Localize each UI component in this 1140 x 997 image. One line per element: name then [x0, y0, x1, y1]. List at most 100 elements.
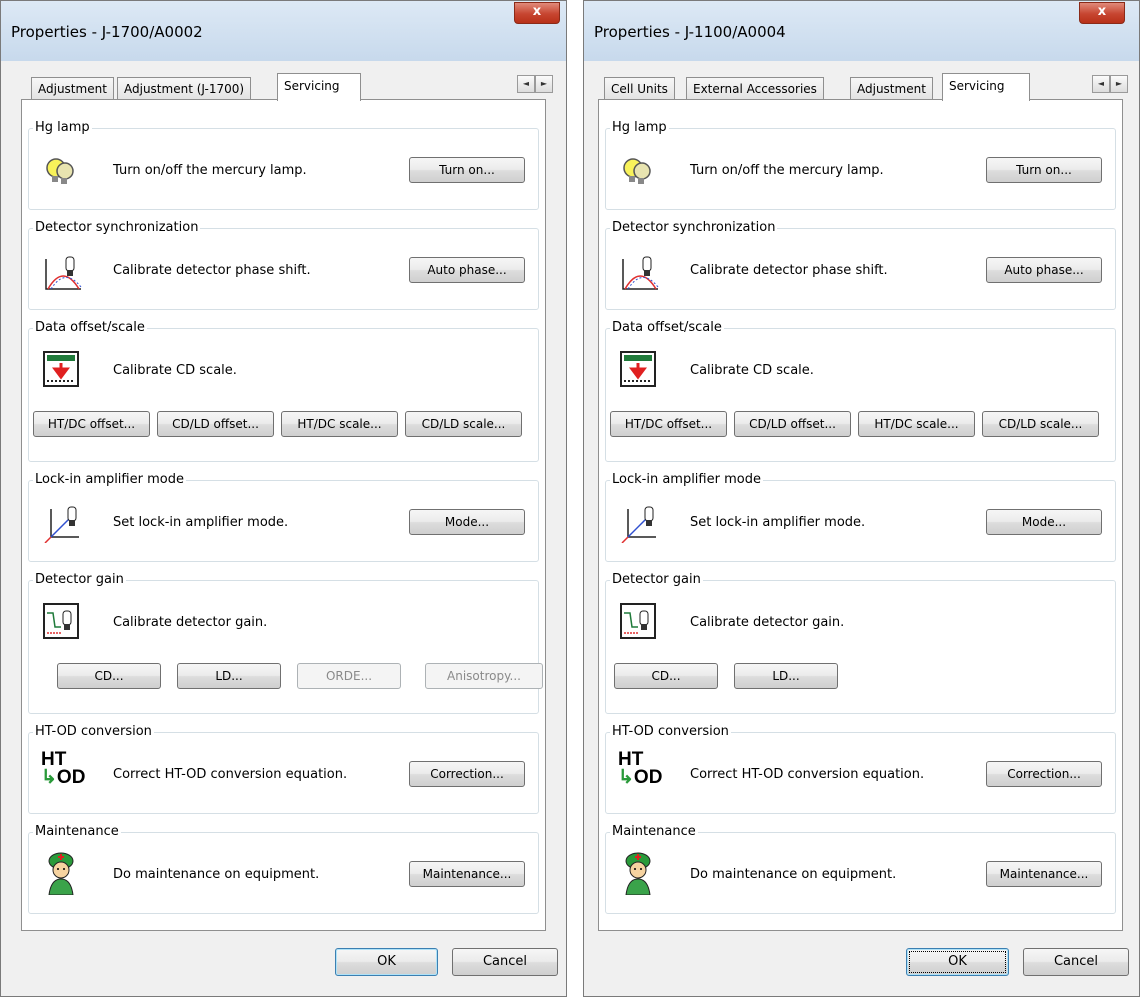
- cancel-button[interactable]: Cancel: [1023, 948, 1129, 976]
- ht-od-arrow: ↳: [41, 767, 57, 788]
- group-label: Hg lamp: [33, 120, 92, 135]
- tab-external-accessories[interactable]: External Accessories: [686, 77, 824, 100]
- tab-scroll-buttons: ◄ ►: [1092, 75, 1130, 93]
- cd-ld-scale-button[interactable]: CD/LD scale...: [982, 411, 1099, 437]
- group-detector-gain: Detector gain Calibrate detector gain. C…: [28, 572, 543, 714]
- correction-button[interactable]: Correction...: [986, 761, 1102, 787]
- group-label: Detector synchronization: [610, 220, 778, 235]
- lamp-bulbs-icon: [46, 158, 74, 184]
- group-detector-synchronization: Detector synchronization Calibrate detec…: [28, 220, 539, 310]
- group-description: Turn on/off the mercury lamp.: [113, 163, 307, 178]
- correction-button[interactable]: Correction...: [409, 761, 525, 787]
- turn-on-button[interactable]: Turn on...: [409, 157, 525, 183]
- dialog-body: Adjustment Adjustment (J-1700) Servicing…: [1, 61, 566, 996]
- phase-shift-icon: [622, 256, 659, 290]
- od-icon-text: OD: [633, 767, 663, 788]
- close-button[interactable]: x: [514, 2, 560, 24]
- window-title: Properties - J-1100/A0004: [594, 23, 786, 41]
- group-description: Calibrate detector phase shift.: [113, 263, 311, 278]
- mode-button[interactable]: Mode...: [409, 509, 525, 535]
- group-label: Hg lamp: [610, 120, 669, 135]
- group-label: Detector gain: [610, 572, 703, 587]
- ht-dc-scale-button[interactable]: HT/DC scale...: [281, 411, 398, 437]
- ht-dc-scale-button[interactable]: HT/DC scale...: [858, 411, 975, 437]
- tab-scroll-right-icon[interactable]: ►: [1110, 75, 1128, 93]
- lamp-bulbs-icon: [623, 158, 651, 184]
- title-bar: Properties - J-1100/A0004 x: [584, 1, 1139, 62]
- group-maintenance: Maintenance Do maintenance on equipment.…: [605, 824, 1116, 914]
- anisotropy-button[interactable]: Anisotropy...: [425, 663, 543, 689]
- group-description: Correct HT-OD conversion equation.: [113, 767, 348, 782]
- servicing-page: Hg lamp Turn on/off the mercury lamp. Tu…: [598, 99, 1123, 931]
- group-label: Data offset/scale: [33, 320, 147, 335]
- properties-dialog-j1100: Properties - J-1100/A0004 x Cell Units E…: [583, 0, 1140, 997]
- group-ht-od-conversion: HT-OD conversion HT ↳OD Correct HT-OD co…: [605, 724, 1116, 814]
- cd-button[interactable]: CD...: [57, 663, 161, 689]
- cd-ld-offset-button[interactable]: CD/LD offset...: [734, 411, 851, 437]
- orde-button[interactable]: ORDE...: [297, 663, 401, 689]
- group-lock-in-amplifier-mode: Lock-in amplifier mode Set lock-in ampli…: [605, 472, 1116, 562]
- group-description: Calibrate CD scale.: [113, 363, 237, 378]
- group-label: Detector synchronization: [33, 220, 201, 235]
- tab-adjustment[interactable]: Adjustment: [850, 77, 933, 100]
- ht-od-icon: HT ↳OD: [618, 750, 662, 799]
- tab-adjustment[interactable]: Adjustment: [31, 77, 114, 100]
- lockin-axes-icon: [44, 506, 79, 543]
- group-label: Data offset/scale: [610, 320, 724, 335]
- group-hg-lamp: Hg lamp Turn on/off the mercury lamp. Tu…: [605, 120, 1116, 210]
- cd-scale-icon: [620, 351, 656, 387]
- group-label: Lock-in amplifier mode: [33, 472, 186, 487]
- maintenance-worker-icon: [48, 852, 74, 895]
- group-detector-synchronization: Detector synchronization Calibrate detec…: [605, 220, 1116, 310]
- group-description: Set lock-in amplifier mode.: [690, 515, 866, 530]
- cd-ld-scale-button[interactable]: CD/LD scale...: [405, 411, 522, 437]
- tab-servicing[interactable]: Servicing: [277, 73, 361, 101]
- group-data-offset-scale: Data offset/scale Calibrate CD scale. HT…: [605, 320, 1116, 462]
- group-label: HT-OD conversion: [33, 724, 154, 739]
- auto-phase-button[interactable]: Auto phase...: [986, 257, 1102, 283]
- ld-button[interactable]: LD...: [734, 663, 838, 689]
- group-maintenance: Maintenance Do maintenance on equipment.…: [28, 824, 539, 914]
- group-label: HT-OD conversion: [610, 724, 731, 739]
- ht-od-arrow: ↳: [618, 767, 634, 788]
- window-title: Properties - J-1700/A0002: [11, 23, 203, 41]
- group-lock-in-amplifier-mode: Lock-in amplifier mode Set lock-in ampli…: [28, 472, 539, 562]
- ld-button[interactable]: LD...: [177, 663, 281, 689]
- group-label: Maintenance: [610, 824, 698, 839]
- od-icon-text: OD: [56, 767, 86, 788]
- detector-gain-icon: [620, 603, 656, 639]
- cd-button[interactable]: CD...: [614, 663, 718, 689]
- ok-button[interactable]: OK: [906, 948, 1009, 976]
- ht-dc-offset-button[interactable]: HT/DC offset...: [610, 411, 727, 437]
- tab-adjustment-j1700[interactable]: Adjustment (J-1700): [117, 77, 252, 100]
- auto-phase-button[interactable]: Auto phase...: [409, 257, 525, 283]
- group-description: Do maintenance on equipment.: [690, 867, 897, 882]
- group-label: Detector gain: [33, 572, 126, 587]
- tab-scroll-buttons: ◄ ►: [517, 75, 555, 93]
- tab-cell-units[interactable]: Cell Units: [604, 77, 675, 100]
- group-description: Correct HT-OD conversion equation.: [690, 767, 925, 782]
- turn-on-button[interactable]: Turn on...: [986, 157, 1102, 183]
- tab-scroll-right-icon[interactable]: ►: [535, 75, 553, 93]
- group-description: Calibrate CD scale.: [690, 363, 814, 378]
- tab-scroll-left-icon[interactable]: ◄: [1092, 75, 1110, 93]
- group-data-offset-scale: Data offset/scale Calibrate CD scale. HT…: [28, 320, 539, 462]
- close-button[interactable]: x: [1079, 2, 1125, 24]
- ht-dc-offset-button[interactable]: HT/DC offset...: [33, 411, 150, 437]
- maintenance-button[interactable]: Maintenance...: [409, 861, 525, 887]
- maintenance-button[interactable]: Maintenance...: [986, 861, 1102, 887]
- tab-servicing[interactable]: Servicing: [942, 73, 1030, 101]
- cancel-button[interactable]: Cancel: [452, 948, 558, 976]
- group-detector-gain: Detector gain Calibrate detector gain. C…: [605, 572, 1116, 714]
- ht-od-icon: HT ↳OD: [41, 750, 85, 799]
- group-description: Calibrate detector gain.: [690, 615, 845, 630]
- cd-scale-icon: [43, 351, 79, 387]
- group-hg-lamp: Hg lamp Turn on/off the mercury lamp. Tu…: [28, 120, 539, 210]
- servicing-page: Hg lamp Turn on/off the mercury lamp. Tu…: [21, 99, 546, 931]
- cd-ld-offset-button[interactable]: CD/LD offset...: [157, 411, 274, 437]
- tab-scroll-left-icon[interactable]: ◄: [517, 75, 535, 93]
- group-description: Turn on/off the mercury lamp.: [690, 163, 884, 178]
- ok-button[interactable]: OK: [335, 948, 438, 976]
- dialog-body: Cell Units External Accessories Adjustme…: [584, 61, 1139, 996]
- mode-button[interactable]: Mode...: [986, 509, 1102, 535]
